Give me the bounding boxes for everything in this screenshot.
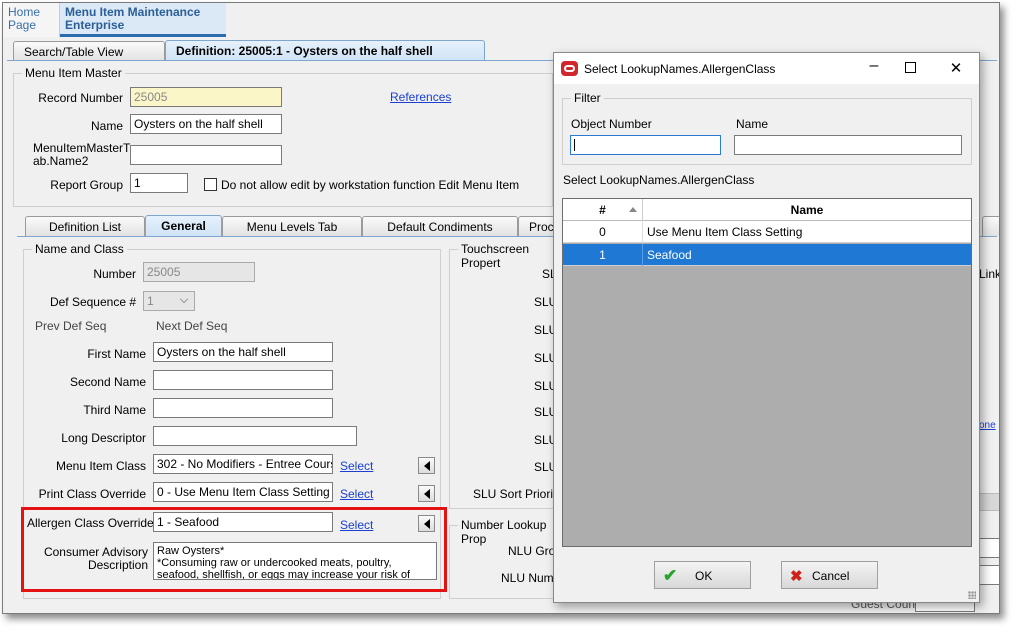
allergen-clear-button[interactable] bbox=[418, 515, 435, 532]
print-class-override-label: Print Class Override bbox=[38, 487, 146, 501]
print-class-select-link[interactable]: Select bbox=[340, 487, 373, 501]
consumer-advisory-label: Consumer Advisory Description bbox=[43, 545, 148, 572]
nlu-number-label: NLU Numb bbox=[501, 571, 561, 585]
number-field: 25005 bbox=[143, 262, 255, 282]
prev-def-seq-label: Prev Def Seq bbox=[35, 319, 107, 333]
name2-label: MenuItemMasterT ab.Name2 bbox=[33, 141, 131, 168]
allergen-select-link[interactable]: Select bbox=[340, 518, 373, 532]
tab-proc[interactable]: Proc bbox=[518, 216, 558, 236]
tab-search-table-view[interactable]: Search/Table View bbox=[13, 41, 165, 61]
table-row[interactable]: 0 Use Menu Item Class Setting bbox=[563, 221, 971, 243]
name-label: Name bbox=[90, 119, 123, 133]
second-name-label: Second Name bbox=[69, 375, 146, 389]
maximize-icon[interactable] bbox=[900, 59, 920, 79]
menu-item-class-select-link[interactable]: Select bbox=[340, 459, 373, 473]
menu-item-class-label: Menu Item Class bbox=[55, 459, 146, 473]
long-descriptor-label: Long Descriptor bbox=[61, 431, 146, 445]
filter-title: Filter bbox=[571, 91, 604, 105]
select-allergen-class-dialog: Select LookupNames.AllergenClass – ✕ Fil… bbox=[553, 52, 980, 603]
resize-grip-icon[interactable] bbox=[968, 591, 976, 599]
name-and-class-title: Name and Class bbox=[32, 242, 127, 256]
record-number-field: 25005 bbox=[130, 87, 282, 107]
name-filter-input[interactable] bbox=[734, 135, 962, 155]
tab-general[interactable]: General bbox=[145, 215, 222, 236]
def-seq-select: 1 bbox=[143, 291, 195, 311]
no-edit-checkbox[interactable] bbox=[204, 178, 217, 191]
name2-field[interactable] bbox=[130, 145, 282, 165]
right-panel-field bbox=[979, 493, 999, 511]
row-name: Seafood bbox=[647, 248, 692, 262]
arrow-left-icon bbox=[424, 489, 430, 499]
close-icon[interactable]: ✕ bbox=[946, 59, 966, 79]
home-page-tab[interactable]: Home Page bbox=[3, 3, 60, 37]
ok-button-label: OK bbox=[695, 569, 713, 583]
cancel-button-label: Cancel bbox=[812, 569, 850, 583]
name-field[interactable]: Oysters on the half shell bbox=[130, 114, 282, 134]
number-label: Number bbox=[93, 267, 136, 281]
oracle-logo-icon bbox=[561, 61, 578, 76]
minimize-icon[interactable]: – bbox=[864, 56, 884, 76]
allergen-class-override-label: Allergen Class Override bbox=[27, 516, 154, 530]
third-name-field[interactable] bbox=[153, 398, 333, 418]
checkmark-icon: ✔ bbox=[663, 566, 678, 585]
no-edit-label: Do not allow edit by workstation functio… bbox=[221, 178, 520, 192]
name-filter-label: Name bbox=[736, 117, 769, 131]
first-name-label: First Name bbox=[87, 347, 146, 361]
menu-item-class-field: 302 - No Modifiers - Entree Course - H bbox=[153, 454, 333, 474]
number-lookup-group: Number Lookup Prop bbox=[449, 518, 569, 599]
right-field bbox=[979, 538, 999, 558]
sort-ascending-icon bbox=[629, 207, 637, 212]
row-number: 1 bbox=[563, 244, 643, 266]
print-class-override-field: 0 - Use Menu Item Class Setting bbox=[153, 482, 333, 502]
references-link[interactable]: References bbox=[390, 90, 451, 104]
record-number-label: Record Number bbox=[38, 91, 123, 105]
table-row[interactable]: 1 Seafood bbox=[563, 244, 971, 266]
touchscreen-properties-title: Touchscreen Propert bbox=[458, 242, 568, 270]
right-field bbox=[979, 565, 999, 585]
x-mark-icon: ✖ bbox=[790, 568, 803, 585]
list-title: Select LookupNames.AllergenClass bbox=[563, 173, 755, 187]
cancel-button[interactable]: ✖ Cancel bbox=[781, 561, 878, 589]
menu-item-class-clear-button[interactable] bbox=[418, 457, 435, 474]
menu-item-master-title: Menu Item Master bbox=[22, 66, 125, 80]
arrow-left-icon bbox=[424, 461, 430, 471]
def-seq-label: Def Sequence # bbox=[49, 295, 136, 309]
tab-more[interactable] bbox=[982, 216, 999, 236]
tab-menu-levels[interactable]: Menu Levels Tab bbox=[222, 216, 362, 236]
row-number: 0 bbox=[563, 221, 643, 243]
first-name-field[interactable]: Oysters on the half shell bbox=[153, 342, 333, 362]
report-group-label: Report Group bbox=[50, 178, 123, 192]
tab-definition-list[interactable]: Definition List bbox=[25, 216, 145, 236]
column-header-name[interactable]: Name bbox=[643, 199, 971, 221]
menu-item-maintenance-tab[interactable]: Menu Item Maintenance Enterprise bbox=[60, 3, 226, 37]
allergen-class-override-field: 1 - Seafood bbox=[153, 512, 333, 532]
slu-sort-priority-label: SLU Sort Priority bbox=[473, 487, 563, 501]
text-cursor bbox=[574, 139, 575, 151]
right-link[interactable]: one bbox=[979, 420, 996, 431]
dialog-title-bar: Select LookupNames.AllergenClass – ✕ bbox=[554, 53, 979, 84]
row-name: Use Menu Item Class Setting bbox=[647, 225, 803, 239]
object-number-label: Object Number bbox=[571, 117, 652, 131]
nlu-group-label: NLU Gro bbox=[508, 544, 556, 558]
next-def-seq-label: Next Def Seq bbox=[156, 319, 228, 333]
allergen-class-grid: # Name 0 Use Menu Item Class Setting 1 S… bbox=[562, 198, 972, 547]
long-descriptor-field[interactable] bbox=[153, 426, 357, 446]
consumer-advisory-field[interactable]: Raw Oysters* *Consuming raw or undercook… bbox=[153, 542, 437, 580]
number-lookup-title: Number Lookup Prop bbox=[458, 518, 568, 546]
grid-header: # Name bbox=[563, 199, 971, 221]
link-label: Link bbox=[979, 267, 1000, 281]
second-name-field[interactable] bbox=[153, 370, 333, 390]
tab-definition[interactable]: Definition: 25005:1 - Oysters on the hal… bbox=[165, 40, 485, 61]
ok-button[interactable]: ✔ OK bbox=[654, 561, 751, 589]
tab-default-condiments[interactable]: Default Condiments bbox=[362, 216, 518, 236]
report-group-field[interactable]: 1 bbox=[130, 173, 188, 193]
third-name-label: Third Name bbox=[83, 403, 146, 417]
arrow-left-icon bbox=[424, 519, 430, 529]
dialog-title: Select LookupNames.AllergenClass bbox=[584, 62, 776, 76]
object-number-input[interactable] bbox=[570, 135, 721, 155]
print-class-clear-button[interactable] bbox=[418, 485, 435, 502]
